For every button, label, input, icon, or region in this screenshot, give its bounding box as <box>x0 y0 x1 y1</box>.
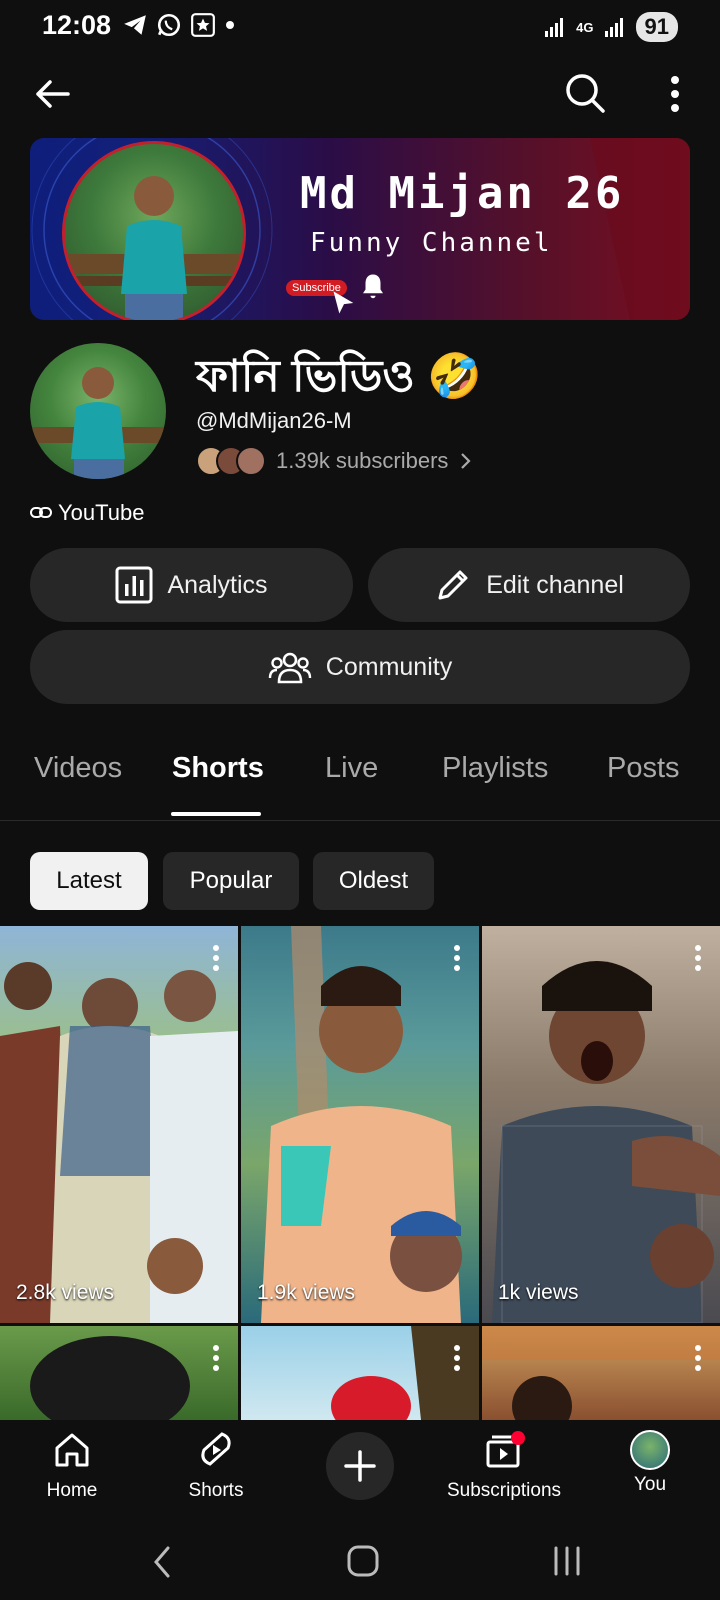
more-options-button[interactable] <box>662 74 688 114</box>
search-button[interactable] <box>564 72 606 114</box>
active-tab-indicator <box>171 812 261 816</box>
more-vertical-icon <box>671 76 679 112</box>
create-button[interactable] <box>326 1432 394 1500</box>
nav-you-label: You <box>633 1474 667 1495</box>
shorts-icon <box>201 1432 231 1466</box>
person-figure <box>65 176 243 320</box>
subscriber-avatar <box>236 446 266 476</box>
short-menu-icon[interactable] <box>210 944 222 972</box>
whatsapp-icon <box>157 13 181 37</box>
chevron-right-icon <box>461 453 471 469</box>
tab-live[interactable]: Live <box>325 752 378 785</box>
chip-latest[interactable]: Latest <box>30 852 148 910</box>
home-icon <box>55 1433 89 1467</box>
analytics-icon <box>115 566 153 604</box>
subscriber-avatars <box>196 446 266 476</box>
community-button[interactable]: Community <box>30 630 690 704</box>
nav-you[interactable]: You <box>580 1430 720 1496</box>
edit-channel-button[interactable]: Edit channel <box>368 548 690 622</box>
tab-playlists[interactable]: Playlists <box>442 752 548 785</box>
you-avatar <box>630 1430 670 1470</box>
channel-avatar[interactable] <box>30 343 166 479</box>
community-label: Community <box>325 652 453 681</box>
short-menu-icon[interactable] <box>210 1344 222 1372</box>
search-icon <box>566 74 605 113</box>
status-right: 4G 91 <box>544 12 678 42</box>
back-arrow-icon <box>36 80 70 108</box>
edit-channel-label: Edit channel <box>486 570 624 599</box>
bottom-navigation: Home Shorts Subscriptions You <box>0 1420 720 1520</box>
system-navigation <box>0 1520 720 1600</box>
channel-link[interactable]: YouTube <box>30 500 144 526</box>
link-icon <box>30 507 52 518</box>
short-menu-icon[interactable] <box>692 1344 704 1372</box>
analytics-button[interactable]: Analytics <box>30 548 353 622</box>
signal-icon-2 <box>604 18 623 37</box>
nav-subscriptions-label: Subscriptions <box>446 1480 562 1501</box>
tab-shorts[interactable]: Shorts <box>172 752 264 785</box>
thumbnail-art <box>331 1326 479 1420</box>
cursor-icon <box>333 291 354 314</box>
app-star-icon <box>191 13 215 37</box>
system-home-icon[interactable] <box>346 1544 380 1578</box>
subscribers-row[interactable]: 1.39k subscribers <box>196 446 472 476</box>
subscriptions-icon <box>486 1431 525 1468</box>
channel-handle: @MdMijan26-M <box>196 408 352 433</box>
short-menu-icon[interactable] <box>451 944 463 972</box>
thumbnail-art <box>261 926 462 1323</box>
dot-icon <box>226 21 234 29</box>
thumbnail-art <box>0 962 238 1323</box>
bell-icon <box>363 274 383 299</box>
short-menu-icon[interactable] <box>692 944 704 972</box>
banner-subtitle: Funny Channel <box>310 228 553 258</box>
short-thumbnail[interactable] <box>0 1326 238 1420</box>
nav-home[interactable]: Home <box>2 1430 142 1502</box>
channel-link-label: YouTube <box>58 500 145 525</box>
tab-videos[interactable]: Videos <box>34 752 122 785</box>
status-notification-icons <box>122 12 236 38</box>
thumbnail-art <box>30 1336 190 1420</box>
short-menu-icon[interactable] <box>451 1344 463 1372</box>
plus-icon <box>344 1450 376 1482</box>
short-thumbnail[interactable]: 1k views <box>482 926 720 1323</box>
subscriber-count: 1.39k subscribers <box>276 448 449 473</box>
short-thumbnail[interactable] <box>482 1326 720 1420</box>
thumbnail-art <box>482 1326 720 1420</box>
telegram-icon <box>124 15 146 35</box>
status-time: 12:08 <box>42 10 112 40</box>
network-type: 4G <box>576 19 594 35</box>
nav-shorts-label: Shorts <box>188 1480 244 1501</box>
short-thumbnail[interactable]: 2.8k views <box>0 926 238 1323</box>
channel-banner[interactable]: Md Mijan 26 Funny Channel Subscribe <box>30 138 690 320</box>
back-button[interactable] <box>32 74 72 114</box>
short-thumbnail[interactable]: 1.9k views <box>241 926 479 1323</box>
avatar-person <box>30 367 166 479</box>
system-recents-icon[interactable] <box>550 1544 584 1578</box>
analytics-label: Analytics <box>167 570 268 599</box>
tab-posts[interactable]: Posts <box>607 752 680 785</box>
nav-subscriptions[interactable]: Subscriptions <box>434 1430 574 1502</box>
channel-tabs: Videos Shorts Live Playlists Posts <box>0 752 720 820</box>
nav-home-label: Home <box>46 1480 98 1501</box>
battery-level: 91 <box>635 12 678 42</box>
pencil-icon <box>438 570 468 600</box>
short-views: 2.8k views <box>16 1281 115 1304</box>
short-views: 1.9k views <box>257 1281 356 1304</box>
banner-photo <box>62 141 246 320</box>
signal-icon <box>545 18 564 37</box>
thumbnail-art <box>492 961 720 1323</box>
nav-shorts[interactable]: Shorts <box>146 1430 286 1502</box>
short-views: 1k views <box>498 1281 579 1304</box>
tabs-divider <box>0 820 720 821</box>
chip-popular[interactable]: Popular <box>163 852 299 910</box>
community-icon <box>268 652 311 684</box>
channel-name: ফানি ভিডিও 🤣 <box>196 352 482 401</box>
system-back-icon[interactable] <box>150 1544 174 1580</box>
chip-oldest[interactable]: Oldest <box>313 852 434 910</box>
short-thumbnail[interactable] <box>241 1326 479 1420</box>
banner-title: Md Mijan 26 <box>300 168 625 219</box>
